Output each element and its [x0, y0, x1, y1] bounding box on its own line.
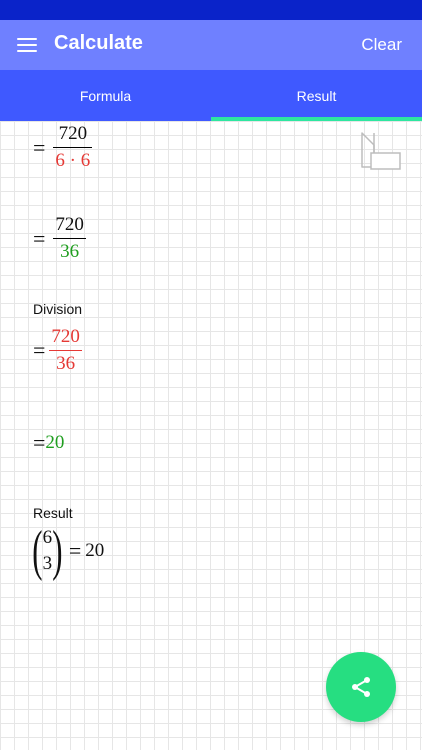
step-3-equation: = 720 36	[33, 326, 82, 374]
result-value: 20	[85, 540, 105, 561]
tab-formula[interactable]: Formula	[0, 70, 211, 121]
step-3-numerator: 720	[51, 326, 80, 347]
result-equation: ( 6 3 ) = 20	[28, 523, 104, 579]
division-label: Division	[33, 301, 83, 317]
app-title: Calculate	[54, 32, 143, 54]
hamburger-menu-icon[interactable]	[17, 38, 37, 52]
binomial-k: 3	[42, 553, 53, 574]
step-4-value: 20	[45, 432, 65, 453]
tab-result[interactable]: Result	[211, 70, 422, 121]
step-2-denominator: 36	[60, 241, 80, 262]
result-label: Result	[33, 505, 73, 521]
app-bar: Calculate Clear	[0, 20, 422, 70]
status-bar	[0, 0, 422, 20]
step-3-denominator: 36	[56, 353, 76, 374]
step-1-numerator: 720	[58, 123, 88, 144]
step-1-equation: = 720 6 · 6	[33, 123, 93, 171]
step-2-numerator: 720	[55, 214, 84, 235]
ruler-triangle-icon[interactable]	[359, 131, 403, 173]
share-button[interactable]	[326, 652, 396, 722]
step-1-denominator: 6 · 6	[55, 150, 91, 171]
step-2-equation: = 720 36	[33, 214, 86, 262]
tab-bar: Formula Result	[0, 70, 422, 121]
binomial-n: 6	[42, 527, 53, 548]
clear-button[interactable]: Clear	[361, 35, 402, 55]
share-icon	[352, 677, 370, 697]
binomial-coefficient: ( 6 3 )	[32, 520, 63, 582]
step-4-equation: =20	[33, 430, 65, 455]
